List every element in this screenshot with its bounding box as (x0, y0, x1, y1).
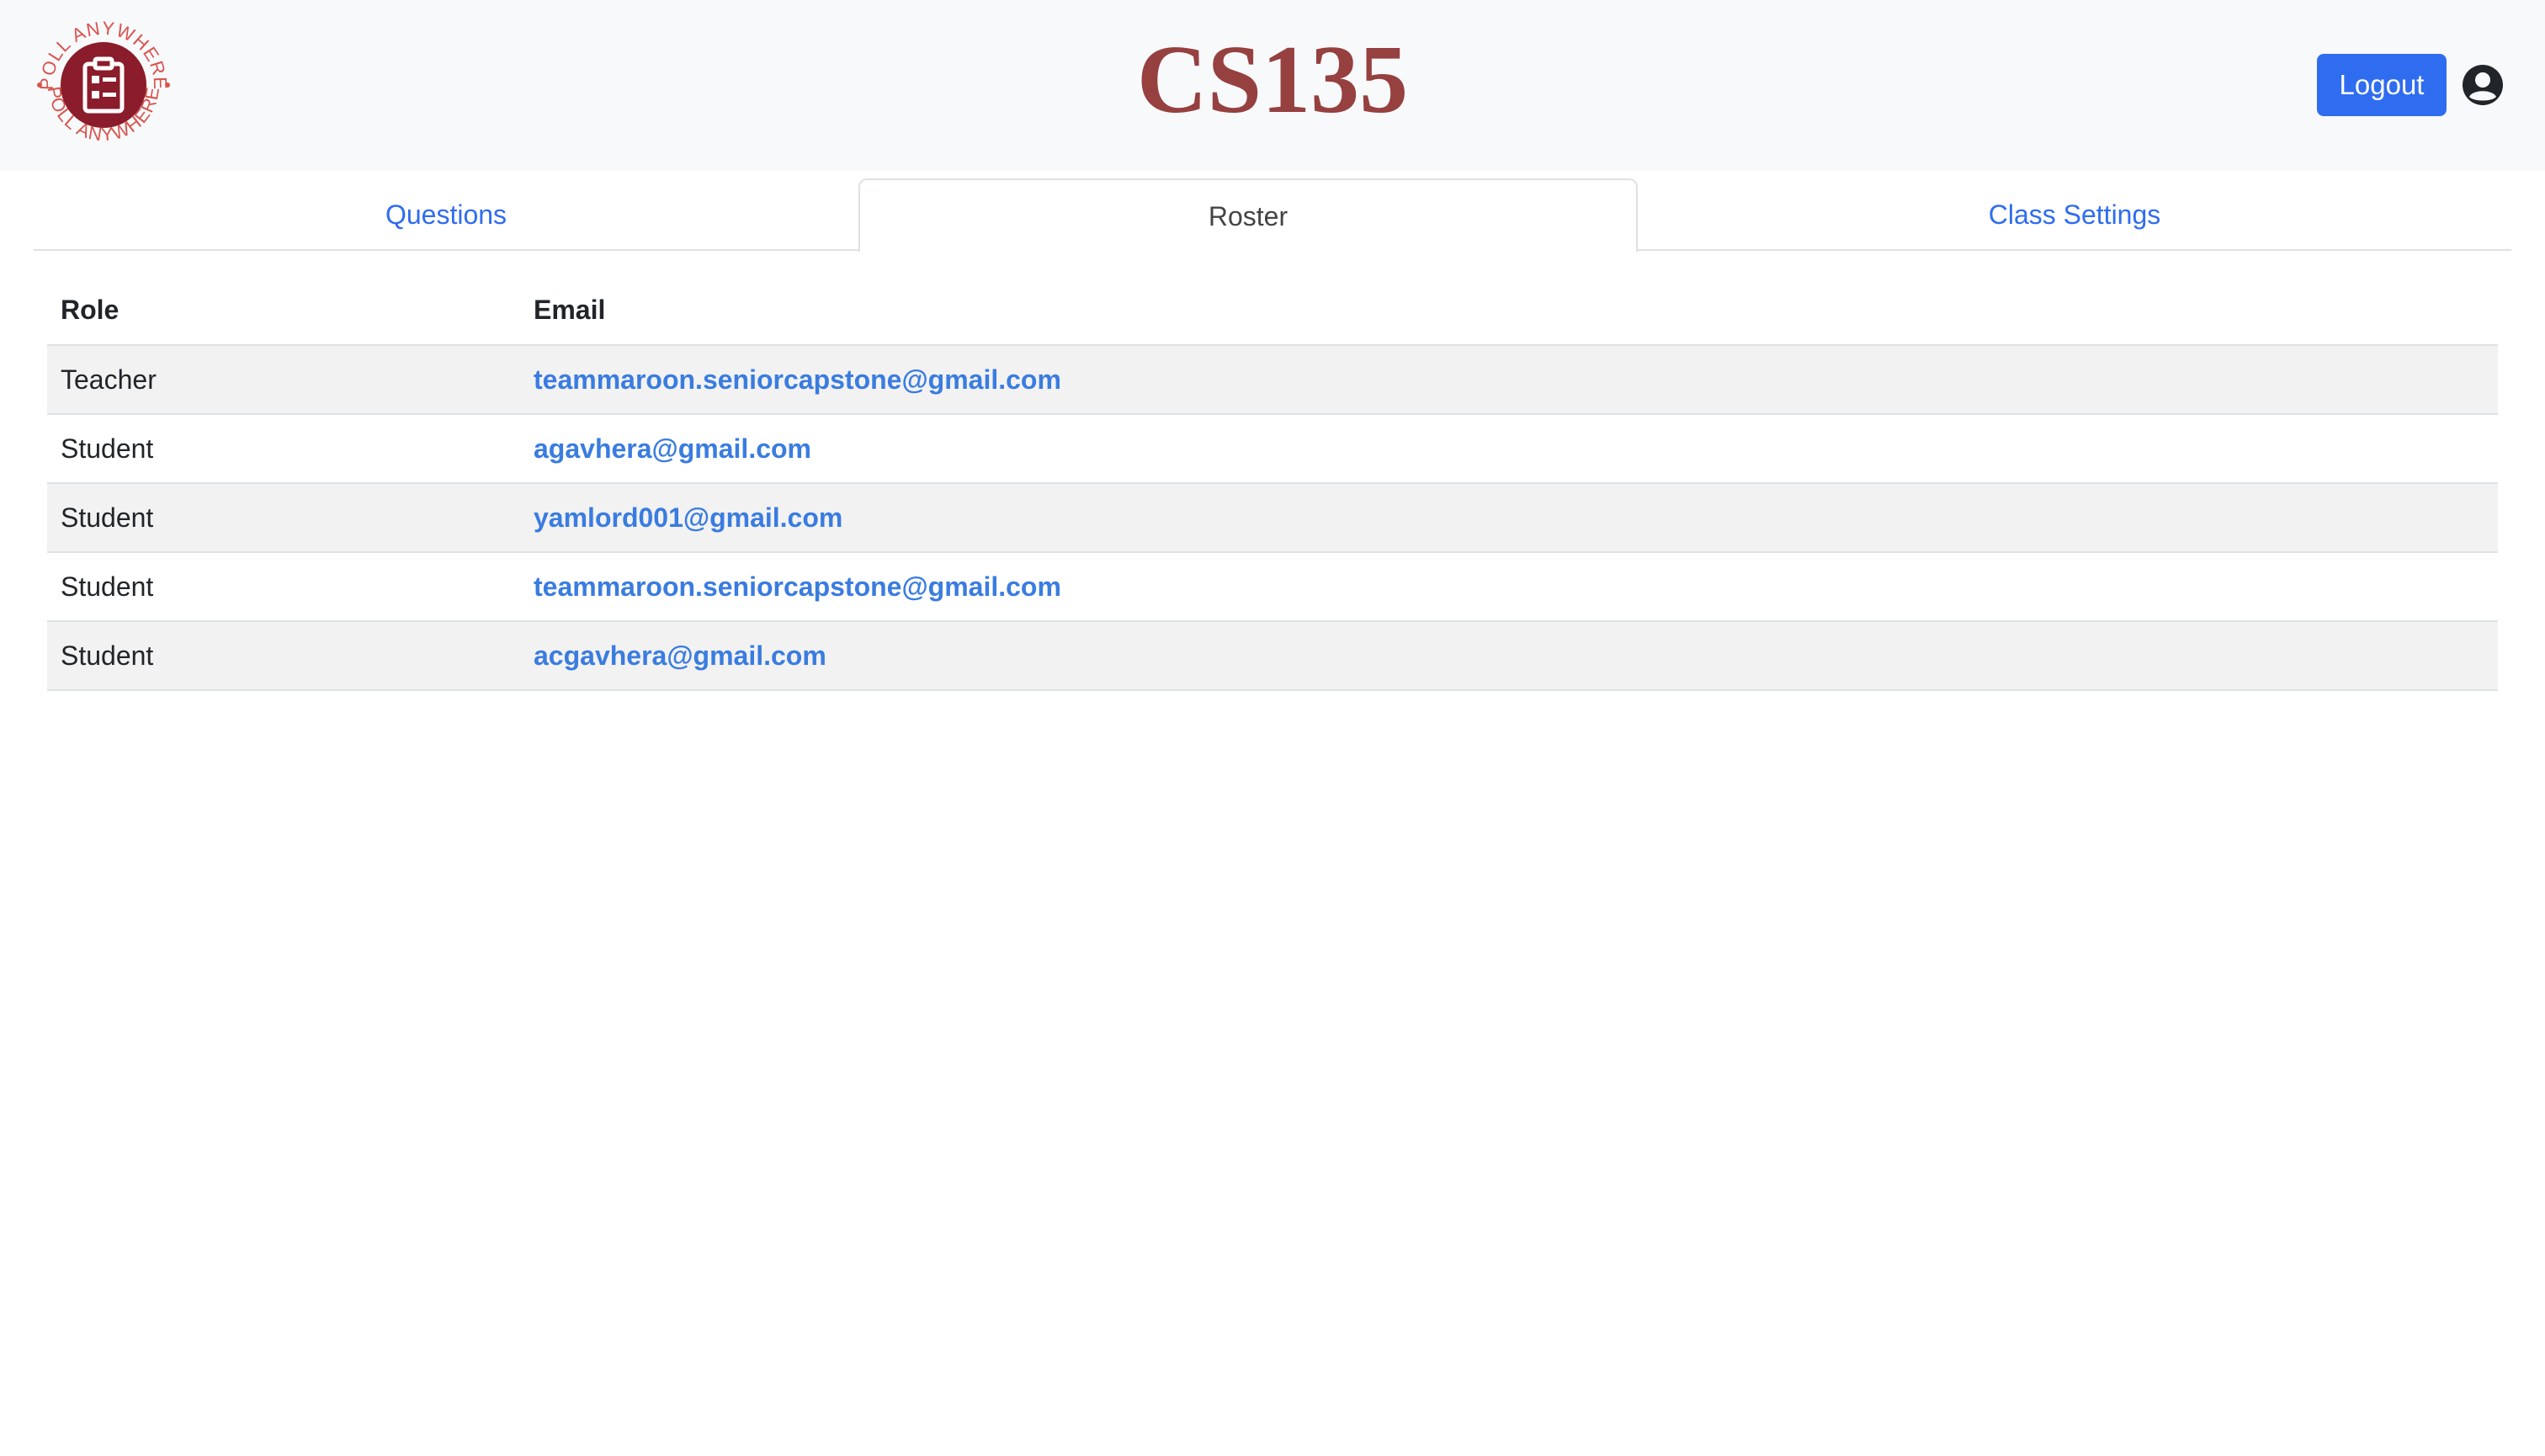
email-link[interactable]: teammaroon.seniorcapstone@gmail.com (534, 571, 1061, 602)
table-row: Teacher teammaroon.seniorcapstone@gmail.… (47, 345, 2498, 415)
table-row: Student teammaroon.seniorcapstone@gmail.… (47, 552, 2498, 622)
table-header-row: Role Email (47, 276, 2498, 346)
email-link[interactable]: acgavhera@gmail.com (534, 640, 826, 671)
email-cell: teammaroon.seniorcapstone@gmail.com (520, 345, 2498, 415)
email-cell: yamlord001@gmail.com (520, 483, 2498, 553)
tab-bar: Questions Roster Class Settings (34, 178, 2511, 252)
tab-roster[interactable]: Roster (858, 178, 1638, 252)
table-row: Student agavhera@gmail.com (47, 414, 2498, 484)
email-link[interactable]: yamlord001@gmail.com (534, 502, 842, 533)
user-circle-icon[interactable] (2461, 63, 2505, 107)
page-title: CS135 (1136, 26, 1409, 134)
column-header-role: Role (47, 276, 520, 346)
roster-table: Role Email Teacher teammaroon.seniorcaps… (47, 276, 2498, 691)
email-cell: teammaroon.seniorcapstone@gmail.com (520, 552, 2498, 622)
tab-class-settings[interactable]: Class Settings (1638, 178, 2511, 251)
column-header-email: Email (520, 276, 2498, 346)
table-row: Student acgavhera@gmail.com (47, 621, 2498, 691)
email-link[interactable]: teammaroon.seniorcapstone@gmail.com (534, 364, 1061, 395)
email-cell: agavhera@gmail.com (520, 414, 2498, 484)
role-cell: Teacher (47, 345, 520, 415)
tab-questions[interactable]: Questions (34, 178, 858, 251)
email-cell: acgavhera@gmail.com (520, 621, 2498, 691)
app-header: POLL ANYWHERE POLL ANYWHERE CS135 Logout (0, 0, 2545, 171)
email-link[interactable]: agavhera@gmail.com (534, 433, 811, 464)
table-row: Student yamlord001@gmail.com (47, 483, 2498, 553)
role-cell: Student (47, 621, 520, 691)
role-cell: Student (47, 414, 520, 484)
role-cell: Student (47, 483, 520, 553)
role-cell: Student (47, 552, 520, 622)
logout-button[interactable]: Logout (2317, 54, 2447, 116)
